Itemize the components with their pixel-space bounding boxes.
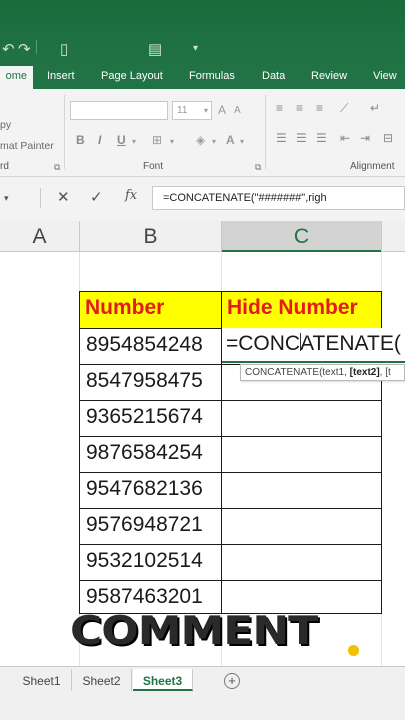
new-document-icon[interactable]: ▯: [60, 40, 68, 58]
decrease-indent-icon[interactable]: ⇤: [340, 131, 350, 145]
hide-number-cell[interactable]: [221, 400, 382, 437]
formula-input[interactable]: =CONCATENATE("#######",righ: [152, 186, 405, 210]
column-label: B: [143, 225, 158, 248]
number-cell[interactable]: 9547682136: [79, 472, 222, 509]
tab-review[interactable]: Review: [311, 70, 347, 82]
fill-dropdown-icon[interactable]: ▾: [212, 137, 216, 146]
clipboard-launcher-icon[interactable]: ⧉: [54, 162, 60, 173]
undo-icon[interactable]: ↶: [2, 40, 15, 58]
sheet-tab-sheet2[interactable]: Sheet2: [72, 669, 132, 691]
number-cell[interactable]: 8954854248: [79, 328, 222, 365]
wrap-text-icon[interactable]: ↵: [370, 101, 380, 115]
form-icon[interactable]: ▤: [148, 40, 162, 58]
italic-button[interactable]: I: [98, 133, 101, 147]
number-cell[interactable]: 9365215674: [79, 400, 222, 437]
hide-number-cell[interactable]: [221, 508, 382, 545]
name-box-dropdown-icon[interactable]: ▾: [4, 193, 9, 204]
customize-dropdown-icon[interactable]: ▾: [193, 43, 198, 54]
font-group-label: Font: [143, 161, 164, 172]
ribbon-home: py mat Painter rd ⧉ 11 ▾ A A B I U ▾ ⊞ ▾ …: [0, 89, 405, 177]
underline-button[interactable]: U: [117, 133, 126, 147]
insert-function-icon[interactable]: fx: [125, 188, 137, 203]
align-top-icon[interactable]: ≡: [276, 101, 283, 115]
enter-icon[interactable]: ✓: [90, 188, 103, 206]
text-cursor: [300, 333, 301, 351]
formula-bar-divider: [40, 188, 41, 208]
decrease-font-icon[interactable]: A: [234, 105, 241, 116]
ribbon-tabs: ome Insert Page Layout Formulas Data Rev…: [0, 66, 405, 89]
align-center-icon[interactable]: ☰: [296, 131, 307, 145]
align-middle-icon[interactable]: ≡: [296, 101, 303, 115]
sheet-tab-sheet1[interactable]: Sheet1: [12, 669, 72, 691]
align-bottom-icon[interactable]: ≡: [316, 101, 323, 115]
tab-formulas[interactable]: Formulas: [189, 70, 235, 82]
orientation-icon[interactable]: ⟋: [340, 101, 348, 116]
group-divider: [265, 95, 266, 169]
number-cell[interactable]: 9532102514: [79, 544, 222, 581]
tab-home[interactable]: ome: [0, 66, 33, 89]
font-size-dropdown[interactable]: 11 ▾: [172, 101, 212, 120]
comment-dot: [348, 645, 359, 656]
group-divider: [64, 95, 65, 169]
column-header-a[interactable]: A: [0, 221, 79, 252]
column-header-c[interactable]: C: [222, 221, 381, 252]
align-right-icon[interactable]: ☰: [316, 131, 327, 145]
font-launcher-icon[interactable]: ⧉: [255, 162, 261, 173]
borders-dropdown-icon[interactable]: ▾: [170, 137, 174, 146]
bold-button[interactable]: B: [76, 133, 85, 147]
tooltip-remaining-args: , [t: [379, 367, 391, 378]
tab-data[interactable]: Data: [262, 70, 285, 82]
tooltip-function-text: CONCATENATE(text1,: [245, 367, 350, 378]
column-header-b[interactable]: B: [80, 221, 221, 252]
fill-color-icon[interactable]: ◈: [196, 133, 205, 147]
quick-access-separator: [36, 40, 37, 54]
function-tooltip: CONCATENATE(text1, [text2], [t: [240, 364, 405, 381]
redo-icon[interactable]: ↷: [18, 40, 31, 58]
font-color-icon[interactable]: A: [226, 133, 235, 147]
hide-number-cell[interactable]: [221, 544, 382, 581]
tab-insert[interactable]: Insert: [47, 70, 75, 82]
tab-page-layout[interactable]: Page Layout: [101, 70, 163, 82]
clipboard-group-label: rd: [0, 161, 9, 172]
alignment-group-label: Alignment: [350, 161, 395, 172]
comment-overlay-text: COMMENT: [70, 608, 318, 654]
header-cell-hide-number[interactable]: Hide Number: [221, 291, 382, 329]
sheet-tab-sheet3[interactable]: Sheet3: [133, 669, 193, 691]
align-left-icon[interactable]: ☰: [276, 131, 287, 145]
number-cell[interactable]: 9576948721: [79, 508, 222, 545]
hide-number-cell[interactable]: [221, 436, 382, 473]
hide-number-cell[interactable]: [221, 472, 382, 509]
column-header-d[interactable]: [382, 221, 405, 252]
merge-center-icon[interactable]: ⊟: [383, 131, 393, 145]
borders-icon[interactable]: ⊞: [152, 133, 162, 147]
header-cell-number[interactable]: Number: [79, 291, 222, 329]
font-size-value: 11: [177, 105, 188, 116]
font-color-dropdown-icon[interactable]: ▾: [240, 137, 244, 146]
title-bar: ↶ ↷ ▯ ▤ ▾: [0, 0, 405, 66]
number-cell[interactable]: 8547958475: [79, 364, 222, 401]
tab-view[interactable]: View: [373, 70, 397, 82]
format-painter-button[interactable]: mat Painter: [0, 140, 54, 152]
tooltip-current-argument: [text2]: [349, 367, 380, 378]
cancel-icon[interactable]: ✕: [57, 188, 70, 206]
increase-font-icon[interactable]: A: [218, 103, 226, 117]
underline-dropdown-icon[interactable]: ▾: [132, 137, 136, 146]
column-label: C: [293, 225, 310, 248]
number-cell[interactable]: 9876584254: [79, 436, 222, 473]
increase-indent-icon[interactable]: ⇥: [360, 131, 370, 145]
active-cell-editor[interactable]: =CONCATENATE(: [222, 328, 405, 363]
add-sheet-icon[interactable]: +: [224, 673, 240, 689]
copy-button[interactable]: py: [0, 119, 11, 131]
chevron-down-icon: ▾: [203, 106, 208, 115]
font-name-dropdown[interactable]: [70, 101, 168, 120]
column-label: A: [32, 225, 47, 248]
